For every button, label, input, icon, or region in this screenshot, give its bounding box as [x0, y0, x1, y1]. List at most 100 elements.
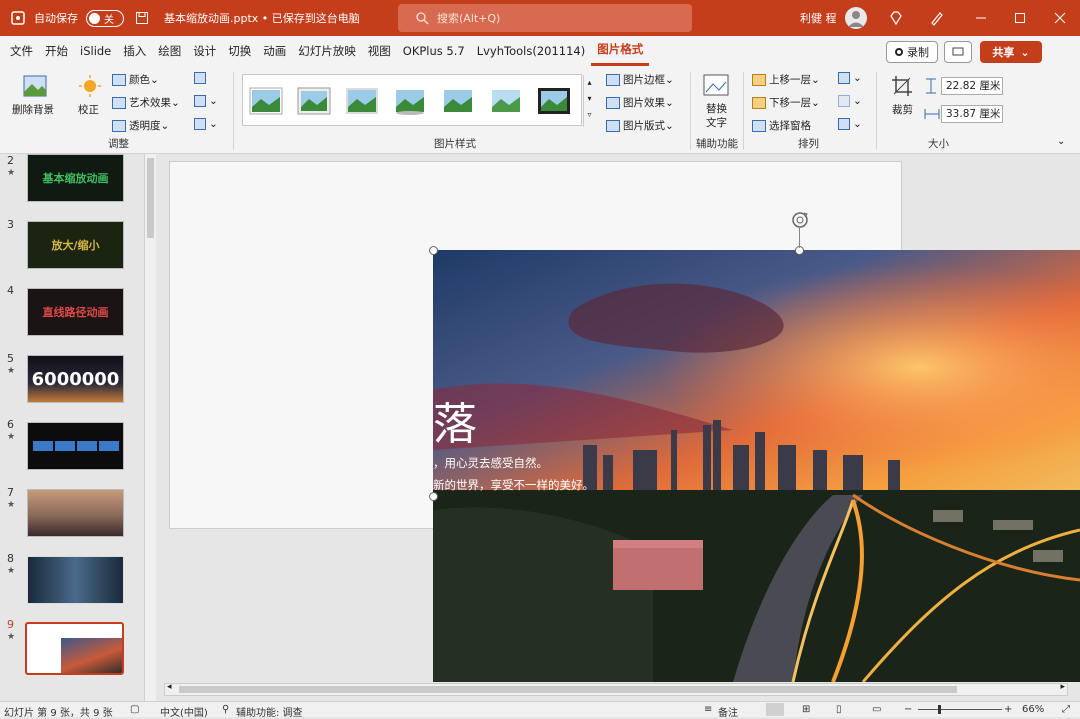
tab-home[interactable]: 开始	[39, 36, 74, 66]
rotate-handle-icon[interactable]	[790, 210, 810, 230]
animation-star-icon: ★	[7, 168, 16, 178]
tab-islide[interactable]: iSlide	[74, 36, 117, 66]
selection-pane-button[interactable]: 选择窗格	[752, 118, 811, 133]
picture-border-button[interactable]: 图片边框 ⌄	[606, 72, 674, 87]
share-button[interactable]: 共享 ⌄	[980, 41, 1042, 63]
pen-icon[interactable]	[929, 10, 945, 26]
slide-sorter-icon[interactable]: ⊞	[802, 704, 810, 715]
style-thumbnail[interactable]	[537, 87, 571, 115]
corrections-button[interactable]: 校正	[78, 102, 99, 117]
slide-number: 3	[7, 218, 14, 231]
horizontal-scrollbar[interactable]: ◂ ▸	[164, 682, 1068, 696]
slide-thumbnail[interactable]: 放大/缩小	[27, 221, 124, 269]
tab-file[interactable]: 文件	[4, 36, 39, 66]
slide-thumbnail-selected[interactable]	[25, 622, 124, 675]
crop-button[interactable]: 裁剪	[892, 102, 913, 117]
alt-text-line1[interactable]: 替换	[706, 101, 727, 116]
normal-view-icon[interactable]	[766, 703, 784, 716]
search-box[interactable]: 搜索(Alt+Q)	[398, 4, 692, 32]
zoom-slider-thumb[interactable]	[938, 705, 941, 714]
height-input[interactable]: 22.82 厘米	[941, 77, 1003, 95]
record-button[interactable]: 录制	[886, 41, 938, 63]
tab-okplus[interactable]: OKPlus 5.7	[397, 36, 471, 66]
record-icon	[895, 48, 903, 56]
remove-background-button[interactable]: 删除背景	[12, 102, 54, 117]
user-name[interactable]: 利健 程	[800, 10, 837, 26]
slide-number: 2	[7, 154, 14, 167]
spell-check-icon[interactable]: ▢	[130, 704, 139, 715]
bring-forward-button[interactable]: 上移一层 ⌄	[752, 72, 820, 87]
group-divider	[743, 72, 744, 150]
slide-thumbnail[interactable]	[27, 556, 124, 604]
selected-picture[interactable]: 落 ，用心灵去感受自然。 新的世界，享受不一样的美好。	[433, 250, 1080, 682]
resize-handle[interactable]	[429, 492, 438, 501]
slide-thumbnail[interactable]	[27, 489, 124, 537]
resize-handle[interactable]	[429, 246, 438, 255]
tab-insert[interactable]: 插入	[117, 36, 152, 66]
alt-text-line2[interactable]: 文字	[706, 115, 727, 130]
scroll-left-icon[interactable]: ◂	[167, 682, 172, 692]
slide-thumbnail[interactable]: 基本缩放动画	[27, 154, 124, 202]
adjust-group-label: 调整	[108, 138, 129, 150]
scroll-right-icon[interactable]: ▸	[1060, 682, 1065, 692]
zoom-level[interactable]: 66%	[1022, 704, 1044, 715]
size-group-label: 大小	[928, 138, 949, 150]
compress-pictures-button[interactable]	[194, 72, 209, 84]
scrollbar-thumb[interactable]	[179, 686, 957, 693]
style-thumbnail[interactable]	[345, 87, 379, 115]
tab-lvyhtools[interactable]: LvyhTools(201114)	[471, 36, 592, 66]
maximize-icon[interactable]	[1012, 10, 1028, 26]
width-input[interactable]: 33.87 厘米	[941, 105, 1003, 123]
tab-slideshow[interactable]: 幻灯片放映	[292, 36, 362, 66]
picture-styles-gallery: ▴ ▾ ▿	[242, 74, 592, 127]
rotate-button[interactable]: ⌄	[838, 118, 862, 130]
save-icon[interactable]	[134, 10, 150, 26]
style-thumbnail[interactable]	[489, 87, 523, 115]
color-button[interactable]: 颜色 ⌄	[112, 72, 159, 87]
tab-draw[interactable]: 绘图	[152, 36, 187, 66]
change-picture-button[interactable]: ⌄	[194, 95, 218, 107]
transparency-icon	[112, 119, 126, 132]
slideshow-icon[interactable]: ▭	[872, 704, 881, 715]
minimize-icon[interactable]	[973, 10, 989, 26]
style-thumbnail[interactable]	[297, 87, 331, 115]
collapse-ribbon-icon[interactable]: ⌄	[1057, 136, 1065, 147]
close-icon[interactable]	[1052, 10, 1068, 26]
group-objects-button[interactable]: ⌄	[838, 95, 862, 107]
zoom-slider[interactable]	[918, 709, 1002, 710]
send-backward-button[interactable]: 下移一层 ⌄	[752, 95, 820, 110]
effects-icon	[606, 96, 620, 109]
align-button[interactable]: ⌄	[838, 72, 862, 84]
zoom-out-icon[interactable]: −	[904, 704, 912, 715]
tab-design[interactable]: 设计	[187, 36, 222, 66]
fit-to-window-icon[interactable]: ⤢	[1062, 704, 1070, 715]
thumbnail-scrollbar[interactable]	[144, 154, 156, 701]
style-thumbnail[interactable]	[393, 87, 427, 115]
transparency-button[interactable]: 透明度 ⌄	[112, 118, 169, 133]
slide-thumbnail[interactable]	[27, 422, 124, 470]
scrollbar-thumb[interactable]	[147, 158, 154, 238]
zoom-in-icon[interactable]: +	[1004, 704, 1012, 715]
style-thumbnail[interactable]	[249, 87, 283, 115]
tab-transitions[interactable]: 切换	[222, 36, 257, 66]
tab-animations[interactable]: 动画	[257, 36, 292, 66]
style-thumbnail[interactable]	[441, 87, 475, 115]
align-icon	[838, 72, 850, 84]
slide-thumbnail[interactable]: 直线路径动画	[27, 288, 124, 336]
comment-button[interactable]	[944, 41, 972, 63]
picture-layout-button[interactable]: 图片版式 ⌄	[606, 118, 674, 133]
slide-thumbnail[interactable]: 6000000	[27, 355, 124, 403]
send-backward-label: 下移一层	[769, 97, 811, 109]
status-bar: 幻灯片 第 9 张，共 9 张 ▢ 中文(中国) ⚲ 辅助功能: 调查 ≡ 备注…	[0, 701, 1080, 719]
autosave-toggle[interactable]: 关	[86, 9, 124, 27]
avatar[interactable]	[845, 7, 867, 29]
diamond-icon[interactable]	[888, 10, 904, 26]
reading-view-icon[interactable]: ▯	[836, 704, 842, 715]
artistic-effects-button[interactable]: 艺术效果 ⌄	[112, 95, 180, 110]
tab-view[interactable]: 视图	[362, 36, 397, 66]
tab-picture-format[interactable]: 图片格式	[591, 36, 650, 66]
gallery-scroll[interactable]: ▴ ▾ ▿	[583, 75, 595, 127]
reset-picture-button[interactable]: ⌄	[194, 118, 218, 130]
picture-effects-button[interactable]: 图片效果 ⌄	[606, 95, 674, 110]
bring-forward-icon	[752, 73, 766, 86]
